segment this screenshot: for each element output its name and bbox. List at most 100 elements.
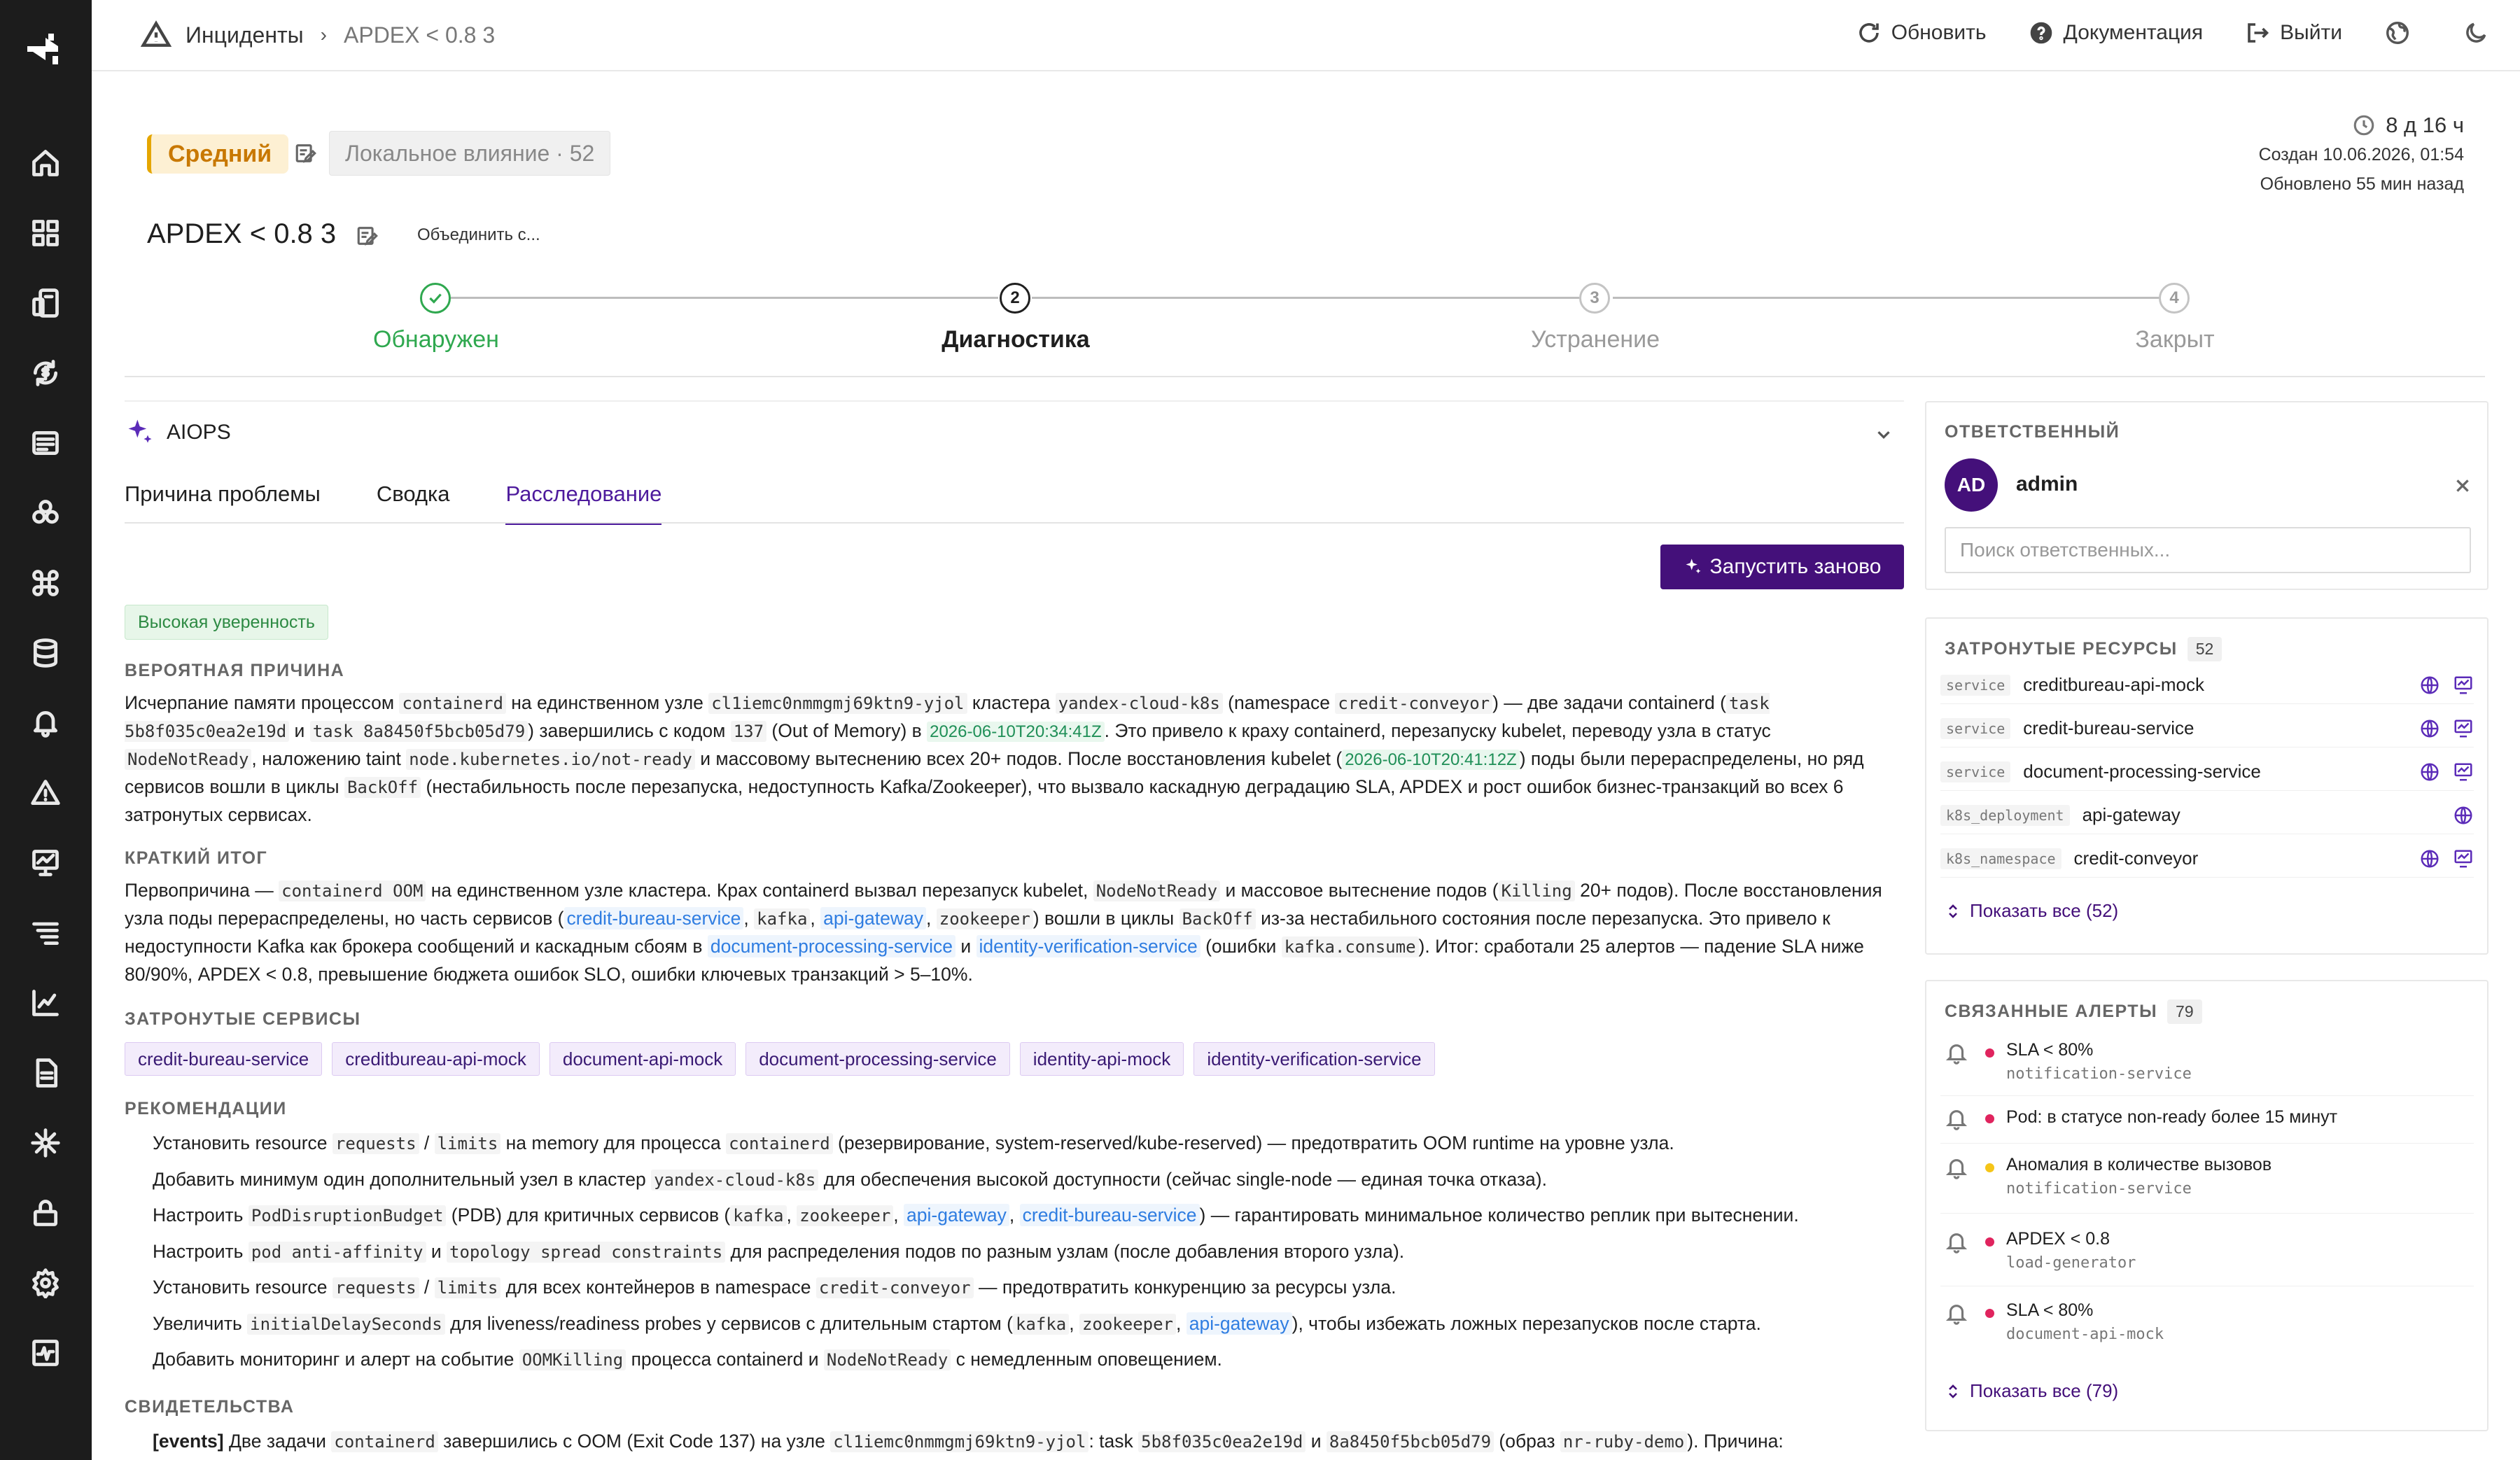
database-icon[interactable] <box>28 636 63 671</box>
resource-row[interactable]: service creditbureau-api-mock <box>1940 666 2474 704</box>
analytics-icon[interactable] <box>28 985 63 1020</box>
network-icon[interactable] <box>28 1125 63 1160</box>
edit-severity-icon[interactable] <box>294 141 318 165</box>
app-logo-icon[interactable] <box>24 28 66 70</box>
monitor-chart-icon[interactable] <box>28 845 63 880</box>
monitor-chart-icon[interactable] <box>2453 761 2474 782</box>
warning-triangle-icon[interactable] <box>28 775 63 810</box>
globe-icon[interactable] <box>2419 718 2440 739</box>
service-link[interactable]: api-gateway <box>1186 1312 1292 1335</box>
alert-item[interactable]: SLA < 80% document-api-mock <box>1940 1288 2474 1358</box>
rerun-button[interactable]: Запустить заново <box>1660 545 1904 589</box>
tab-investigation[interactable]: Расследование <box>505 482 662 525</box>
alerts-count: 79 <box>2167 999 2202 1024</box>
logout-button[interactable]: Выйти <box>2245 20 2342 45</box>
resource-row[interactable]: k8s_namespace credit-conveyor <box>1940 840 2474 878</box>
settings-gear-icon[interactable] <box>28 1265 63 1300</box>
service-tag[interactable]: identity-verification-service <box>1194 1042 1435 1076</box>
document-icon[interactable] <box>28 1055 63 1090</box>
resource-row[interactable]: k8s_deployment api-gateway <box>1940 796 2474 834</box>
step-diagnostics-circle[interactable]: 2 <box>1000 283 1030 314</box>
collapse-chevron-icon[interactable] <box>1873 424 1894 445</box>
list-box-icon[interactable] <box>28 426 63 461</box>
monitor-chart-icon[interactable] <box>2453 675 2474 696</box>
bell-icon <box>1945 1156 1970 1181</box>
created-at: Создан 10.06.2026, 01:54 <box>2258 145 2464 164</box>
bell-icon[interactable] <box>28 706 63 740</box>
refresh-button[interactable]: Обновить <box>1856 20 1987 45</box>
language-globe-icon[interactable] <box>2384 20 2421 46</box>
merge-link[interactable]: Объединить с... <box>417 225 540 245</box>
show-all-alerts-link[interactable]: Показать все (79) <box>1945 1380 2118 1402</box>
bell-icon <box>1945 1107 1970 1132</box>
responsible-heading: ОТВЕТСТВЕННЫЙ <box>1945 422 2120 442</box>
service-link[interactable]: api-gateway <box>820 907 927 929</box>
service-tag[interactable]: creditbureau-api-mock <box>332 1042 540 1076</box>
service-link[interactable]: credit-bureau-service <box>1019 1204 1200 1226</box>
recommendation-item: Добавить мониторинг и алерт на событие O… <box>153 1349 1222 1370</box>
alert-item[interactable]: Pod: в статусе non-ready более 15 минут <box>1940 1097 2474 1144</box>
globe-icon[interactable] <box>2453 805 2474 826</box>
step-remediation-label: Устранение <box>1530 326 1660 353</box>
recommendation-item: Добавить минимум один дополнительный узе… <box>153 1169 1547 1191</box>
service-tag[interactable]: document-processing-service <box>746 1042 1010 1076</box>
hexagons-icon[interactable] <box>28 496 63 531</box>
service-tag[interactable]: credit-bureau-service <box>125 1042 323 1076</box>
logout-label: Выйти <box>2280 21 2342 44</box>
alert-severity-dot <box>1985 1309 1994 1318</box>
service-link[interactable]: identity-verification-service <box>976 935 1200 957</box>
breadcrumb-current: APDEX < 0.8 3 <box>344 22 496 48</box>
docs-button[interactable]: Документация <box>2029 20 2203 45</box>
service-link[interactable]: api-gateway <box>904 1204 1009 1226</box>
tab-summary[interactable]: Сводка <box>377 482 450 525</box>
service-tag[interactable]: document-api-mock <box>549 1042 736 1076</box>
step-remediation-circle[interactable]: 3 <box>1579 283 1610 314</box>
home-icon[interactable] <box>28 146 63 181</box>
show-all-resources-link[interactable]: Показать все (52) <box>1945 900 2118 922</box>
services-heading: ЗАТРОНУТЫЕ СЕРВИСЫ <box>125 1009 361 1029</box>
help-circle-icon <box>2030 22 2052 44</box>
breadcrumb-incidents-link[interactable]: Инциденты <box>186 22 304 48</box>
sync-dollar-icon[interactable] <box>28 356 63 391</box>
service-tag[interactable]: identity-api-mock <box>1019 1042 1184 1076</box>
resource-row[interactable]: service document-processing-service <box>1940 753 2474 791</box>
activity-icon[interactable] <box>28 1335 63 1370</box>
header-divider <box>125 376 2485 377</box>
check-icon <box>429 293 442 304</box>
service-link[interactable]: document-processing-service <box>707 935 955 957</box>
tab-root-cause[interactable]: Причина проблемы <box>125 482 321 525</box>
impact-badge: Локальное влияние · 52 <box>329 131 611 176</box>
topbar: Инциденты › APDEX < 0.8 3 Обновить Докум… <box>92 0 2520 71</box>
remove-assignee-close-icon[interactable] <box>2454 477 2472 495</box>
lock-icon[interactable] <box>28 1195 63 1230</box>
theme-moon-icon[interactable] <box>2463 20 2499 46</box>
command-icon[interactable] <box>28 566 63 601</box>
step-detected-circle[interactable] <box>420 283 451 314</box>
dashboard-grid-icon[interactable] <box>28 216 63 251</box>
clock-icon <box>2353 115 2374 136</box>
confidence-badge: Высокая уверенность <box>125 605 328 640</box>
monitor-chart-icon[interactable] <box>2453 718 2474 739</box>
service-link[interactable]: credit-bureau-service <box>564 907 744 929</box>
service-tags: credit-bureau-service creditbureau-api-m… <box>125 1042 1445 1076</box>
stepper-line <box>1613 297 2160 299</box>
recommendation-item: Установить resource requests / limits на… <box>153 1132 1674 1154</box>
monitor-chart-icon[interactable] <box>2453 848 2474 869</box>
edit-title-icon[interactable] <box>356 224 379 248</box>
breadcrumb: Инциденты › APDEX < 0.8 3 <box>141 20 495 50</box>
alert-item[interactable]: APDEX < 0.8 load-generator <box>1940 1215 2474 1286</box>
step-closed-circle[interactable]: 4 <box>2159 283 2190 314</box>
aiops-header[interactable]: AIOPS <box>125 417 231 448</box>
updated-at: Обновлено 55 мин назад <box>2260 174 2464 194</box>
globe-icon[interactable] <box>2419 675 2440 696</box>
globe-icon[interactable] <box>2419 848 2440 869</box>
alert-item[interactable]: Аномалия в количестве вызовов notificati… <box>1940 1145 2474 1214</box>
stacked-lines-icon[interactable] <box>28 915 63 950</box>
resource-row[interactable]: service credit-bureau-service <box>1940 710 2474 747</box>
stepper-line <box>451 297 998 299</box>
alert-item[interactable]: SLA < 80% notification-service <box>1940 1032 2474 1096</box>
globe-icon[interactable] <box>2419 761 2440 782</box>
devices-icon[interactable] <box>28 286 63 321</box>
step-closed-label: Закрыт <box>2135 326 2215 353</box>
assignee-search-input[interactable]: Поиск ответственных... <box>1945 527 2471 573</box>
